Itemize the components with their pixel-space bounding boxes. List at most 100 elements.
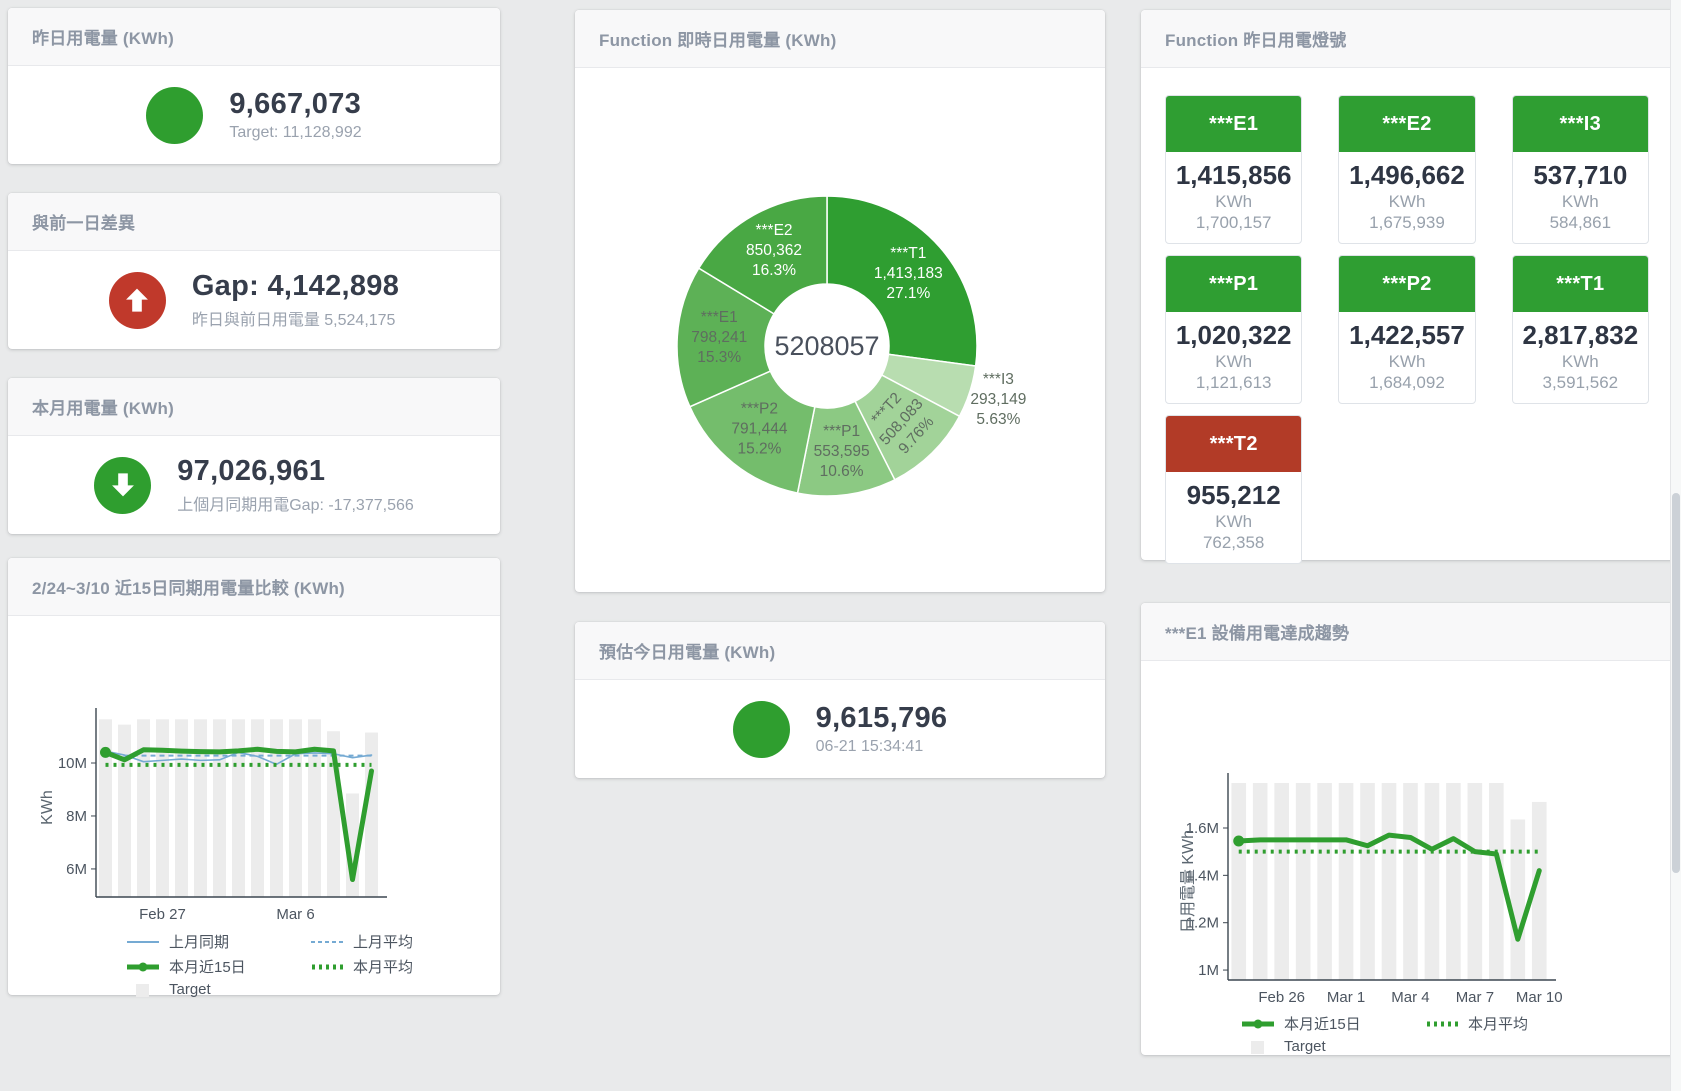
tile-target: 1,684,092 — [1343, 373, 1470, 393]
target-bar — [232, 719, 245, 897]
tile-target: 1,121,613 — [1170, 373, 1297, 393]
tile-value: 1,415,856 — [1170, 160, 1297, 191]
x-tick-label: Feb 26 — [1258, 989, 1305, 1006]
target-bar — [1468, 783, 1483, 980]
arrow-up-icon — [109, 272, 166, 329]
target-bar — [1446, 783, 1461, 980]
target-bar — [1339, 783, 1354, 980]
tile-unit: KWh — [1343, 352, 1470, 372]
card-status-lights: Function 昨日用電燈號 ***E11,415,856KWh1,700,1… — [1141, 10, 1675, 560]
target-bar — [365, 733, 378, 897]
legend-item-本月平均[interactable]: 本月平均 — [310, 956, 480, 977]
tile-target: 3,591,562 — [1517, 373, 1644, 393]
card-15day-comparison: 2/24~3/10 近15日同期用電量比較 (KWh) 6M8M10MFeb 2… — [8, 558, 500, 995]
card-title: ***E1 設備用電達成趨勢 — [1165, 619, 1349, 644]
comparison-chart-area: 6M8M10MFeb 27Mar 6KWh上月同期上月平均本月近15日本月平均T… — [8, 616, 500, 995]
y-axis-label: 日用電量 KWh — [1180, 830, 1197, 933]
card-title: 昨日用電量 (KWh) — [32, 24, 174, 49]
target-bar — [1511, 819, 1526, 980]
tile-value: 1,496,662 — [1343, 160, 1470, 191]
tile-unit: KWh — [1170, 512, 1297, 532]
legend-label: 上月平均 — [353, 931, 413, 952]
stat-row: 9,615,796 06-21 15:34:41 — [575, 680, 1105, 778]
legend-item-本月近15日[interactable]: 本月近15日 — [126, 956, 296, 977]
tile-target: 1,675,939 — [1343, 213, 1470, 233]
stat-row: 9,667,073 Target: 11,128,992 — [8, 66, 500, 164]
tile-body: 2,817,832KWh3,591,562 — [1513, 312, 1648, 403]
legend-label: 上月同期 — [169, 931, 229, 952]
tile-body: 1,422,557KWh1,684,092 — [1339, 312, 1474, 403]
target-bar — [156, 719, 169, 897]
legend-label: Target — [169, 981, 211, 998]
x-tick-label: Mar 4 — [1391, 989, 1429, 1006]
realtime-donut-chart: ***T11,413,18327.1%***I3293,1495.63%***T… — [575, 68, 1105, 592]
y-axis-label: KWh — [39, 790, 56, 825]
tile-body: 1,496,662KWh1,675,939 — [1339, 152, 1474, 243]
donut-slice-label: ***I3293,1495.63% — [970, 371, 1026, 428]
trend-legend: 本月近15日 本月平均 Target — [1241, 1013, 1675, 1055]
legend-item-Target[interactable]: Target — [126, 981, 296, 998]
tile-target: 584,861 — [1517, 213, 1644, 233]
card-e1-trend: ***E1 設備用電達成趨勢 1M1.2M1.4M1.6MFeb 26Mar 1… — [1141, 603, 1675, 1055]
scrollbar-thumb[interactable] — [1672, 493, 1680, 873]
tile-body: 1,020,322KWh1,121,613 — [1166, 312, 1301, 403]
tile-unit: KWh — [1170, 352, 1297, 372]
tile-unit: KWh — [1517, 352, 1644, 372]
tile-name: ***P1 — [1166, 256, 1301, 312]
target-bar — [99, 719, 112, 897]
tile-value: 1,020,322 — [1170, 320, 1297, 351]
legend-square-icon — [126, 983, 160, 997]
stat-row: Gap: 4,142,898 昨日與前日用電量 5,524,175 — [8, 251, 500, 349]
legend-square-icon — [1241, 1040, 1275, 1054]
status-circle-icon — [146, 87, 203, 144]
card-realtime-donut: Function 即時日用電量 (KWh) ***T11,413,18327.1… — [575, 10, 1105, 592]
card-title: 本月用電量 (KWh) — [32, 394, 174, 419]
legend-item-Target[interactable]: Target — [1241, 1038, 1411, 1055]
tile-name: ***T1 — [1513, 256, 1648, 312]
light-tile-E2: ***E21,496,662KWh1,675,939 — [1338, 95, 1475, 244]
stat-subtext: Target: 11,128,992 — [229, 124, 361, 142]
tile-unit: KWh — [1517, 192, 1644, 212]
target-bar — [1403, 783, 1418, 980]
lights-grid: ***E11,415,856KWh1,700,157 ***E21,496,662… — [1141, 68, 1675, 584]
tile-body: 955,212KWh762,358 — [1166, 472, 1301, 563]
card-header: 預估今日用電量 (KWh) — [575, 622, 1105, 680]
legend-item-上月同期[interactable]: 上月同期 — [126, 931, 296, 952]
arrow-down-icon — [94, 457, 151, 514]
legend-thickline-icon — [1241, 1017, 1275, 1031]
target-bar — [270, 719, 283, 897]
light-tile-P2: ***P21,422,557KWh1,684,092 — [1338, 255, 1475, 404]
compare-chart: 6M8M10MFeb 27Mar 6KWh — [8, 616, 500, 924]
tile-value: 2,817,832 — [1517, 320, 1644, 351]
legend-item-上月平均[interactable]: 上月平均 — [310, 931, 480, 952]
donut-center-value: 5208057 — [774, 331, 879, 361]
tile-target: 1,700,157 — [1170, 213, 1297, 233]
y-tick-label: 10M — [58, 755, 87, 772]
target-bar — [1425, 783, 1440, 980]
tile-value: 537,710 — [1517, 160, 1644, 191]
tile-body: 1,415,856KWh1,700,157 — [1166, 152, 1301, 243]
status-circle-icon — [733, 701, 790, 758]
card-title: 預估今日用電量 (KWh) — [599, 638, 775, 663]
legend-line-icon — [126, 935, 160, 949]
target-bar — [137, 719, 150, 897]
legend-label: 本月近15日 — [1284, 1013, 1361, 1034]
y-tick-label: 8M — [66, 808, 87, 825]
card-header: Function 昨日用電燈號 — [1141, 10, 1675, 68]
light-tile-E1: ***E11,415,856KWh1,700,157 — [1165, 95, 1302, 244]
x-tick-label: Feb 27 — [139, 906, 186, 923]
series-start-dot — [1233, 836, 1244, 847]
legend-label: 本月平均 — [353, 956, 413, 977]
card-month-usage: 本月用電量 (KWh) 97,026,961 上個月同期用電Gap: -17,3… — [8, 378, 500, 534]
card-header: 昨日用電量 (KWh) — [8, 8, 500, 66]
card-yesterday-usage: 昨日用電量 (KWh) 9,667,073 Target: 11,128,992 — [8, 8, 500, 164]
legend-item-本月近15日[interactable]: 本月近15日 — [1241, 1013, 1411, 1034]
svg-text:***I3293,1495.63%: ***I3293,1495.63% — [970, 371, 1026, 428]
stat-timestamp: 06-21 15:34:41 — [816, 738, 948, 756]
target-bar — [1296, 783, 1311, 980]
legend-dots-icon — [1425, 1017, 1459, 1031]
y-tick-label: 1M — [1198, 962, 1219, 979]
legend-item-本月平均[interactable]: 本月平均 — [1425, 1013, 1595, 1034]
y-tick-label: 6M — [66, 861, 87, 878]
card-header: Function 即時日用電量 (KWh) — [575, 10, 1105, 68]
